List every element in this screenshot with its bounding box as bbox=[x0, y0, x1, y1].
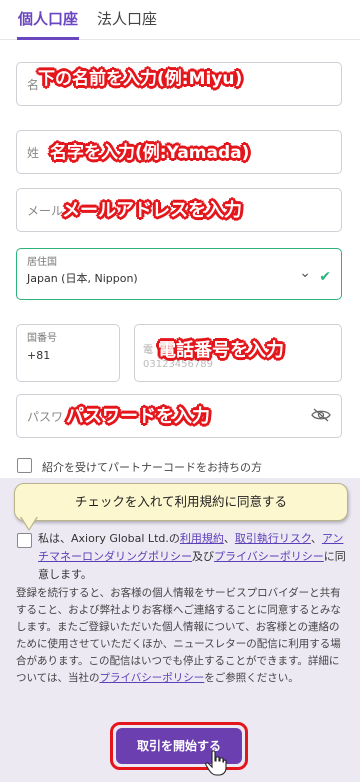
last-name-placeholder: 姓 bbox=[27, 146, 40, 160]
disclaimer-privacy-link[interactable]: プライバシーポリシー bbox=[99, 672, 204, 684]
last-name-annotation: 名字を入力(例:Yamada) bbox=[50, 143, 250, 163]
country-label: 居住国 bbox=[27, 257, 57, 268]
email-placeholder: メール bbox=[27, 204, 64, 218]
disclaimer-suffix: をご参照ください。 bbox=[204, 672, 299, 684]
agreement-separator-1: 、 bbox=[223, 532, 235, 545]
referral-label: 紹介を受けてパートナーコードをお持ちの方 bbox=[42, 461, 262, 474]
tab-personal-account[interactable]: 個人口座 bbox=[17, 8, 80, 40]
country-code-value: +81 bbox=[27, 349, 51, 362]
agreement-tooltip: チェックを入れて利用規約に同意する bbox=[14, 483, 348, 521]
country-value: Japan (日本, Nippon) bbox=[27, 272, 138, 285]
check-icon: ✔ bbox=[319, 269, 331, 285]
email-annotation: メールアドレスを入力 bbox=[62, 200, 242, 221]
agreement-separator-2: 、 bbox=[310, 532, 322, 545]
password-placeholder: パスワ bbox=[27, 410, 64, 424]
privacy-disclaimer: 登録を続行すると、お客様の個人情報をサービスプロバイダーと共有すること、および弊… bbox=[16, 585, 346, 687]
chevron-down-icon: ⌄ bbox=[299, 265, 311, 281]
tab-corporate-account[interactable]: 法人口座 bbox=[97, 8, 157, 40]
terms-link[interactable]: 利用規約 bbox=[180, 532, 224, 545]
tooltip-tail-fill bbox=[21, 516, 37, 529]
pointer-hand-icon bbox=[205, 750, 227, 776]
phone-annotation: 電話番号を入力 bbox=[158, 340, 284, 361]
agreement-text: 私は、Axiory Global Ltd.の利用規約、取引執行リスク、アンチマネ… bbox=[38, 530, 348, 584]
execution-risk-link[interactable]: 取引執行リスク bbox=[235, 532, 311, 545]
disclaimer-text: 登録を続行すると、お客様の個人情報をサービスプロバイダーと共有すること、および弊… bbox=[16, 587, 341, 684]
privacy-policy-link[interactable]: プライバシーポリシー bbox=[214, 550, 324, 563]
eye-slash-icon[interactable] bbox=[311, 408, 331, 422]
agreement-and: 及び bbox=[192, 550, 214, 563]
account-type-tabs: 個人口座 法人口座 bbox=[0, 0, 360, 40]
phone-placeholder: 電 bbox=[143, 345, 153, 356]
country-code-label: 国番号 bbox=[27, 333, 57, 344]
country-select[interactable]: 居住国 Japan (日本, Nippon) ⌄ ✔ bbox=[16, 248, 342, 300]
agree-checkbox[interactable] bbox=[17, 533, 32, 548]
password-annotation: パスワードを入力 bbox=[66, 406, 210, 427]
agreement-prefix: 私は、Axiory Global Ltd.の bbox=[38, 532, 180, 545]
country-code-field[interactable]: 国番号 +81 bbox=[16, 324, 120, 382]
referral-checkbox[interactable] bbox=[17, 458, 32, 473]
first-name-annotation: 下の名前を入力(例:Miyu) bbox=[38, 69, 243, 89]
